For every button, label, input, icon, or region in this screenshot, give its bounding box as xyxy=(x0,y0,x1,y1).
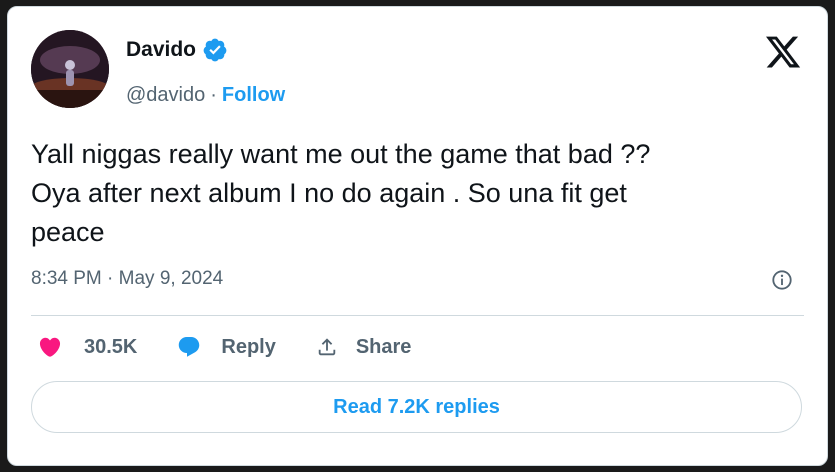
like-button[interactable]: 30.5K xyxy=(38,335,137,359)
verified-badge-icon xyxy=(202,37,228,63)
author-name-row: Davido xyxy=(126,37,228,63)
share-label: Share xyxy=(355,335,412,358)
read-replies-button[interactable]: Read 7.2K replies xyxy=(31,381,802,433)
action-bar: 30.5K Reply Share xyxy=(38,335,411,359)
avatar[interactable] xyxy=(31,30,109,108)
follow-button[interactable]: Follow xyxy=(222,84,285,107)
reply-button[interactable]: Reply xyxy=(177,335,276,359)
x-logo-icon[interactable] xyxy=(764,33,802,71)
tweet-timestamp[interactable]: 8:34 PM · May 9, 2024 xyxy=(31,268,223,290)
tweet-text: Yall niggas really want me out the game … xyxy=(31,139,651,247)
divider xyxy=(31,315,804,316)
like-count: 30.5K xyxy=(84,335,138,358)
info-icon[interactable] xyxy=(771,269,793,291)
tweet-card: Davido @davido · Follow Yall niggas real… xyxy=(7,6,828,466)
share-icon xyxy=(316,336,338,358)
share-button[interactable]: Share xyxy=(316,335,412,359)
reply-label: Reply xyxy=(221,335,276,358)
heart-icon xyxy=(38,335,62,359)
separator-dot: · xyxy=(210,84,217,106)
author-handle-row: @davido · Follow xyxy=(126,84,285,107)
author-handle[interactable]: @davido xyxy=(126,84,205,107)
reply-bubble-icon xyxy=(177,335,201,359)
author-name[interactable]: Davido xyxy=(126,38,196,62)
